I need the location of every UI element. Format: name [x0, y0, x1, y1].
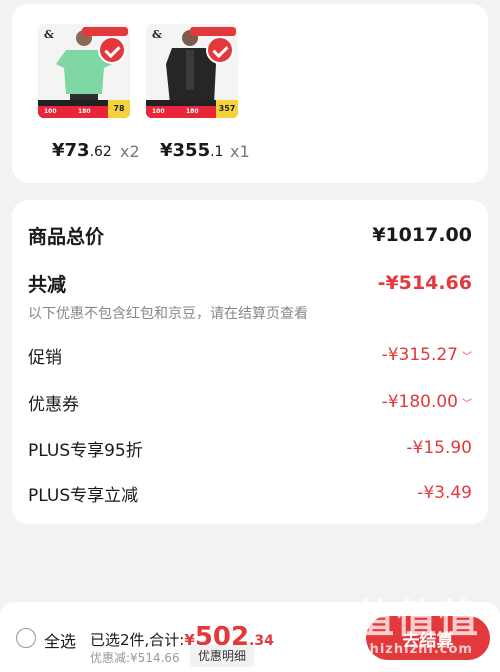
price-strip: 100 180 78 [38, 100, 130, 118]
product-quantity: x1 [230, 142, 250, 161]
discount-value: -¥3.49 [417, 483, 472, 503]
select-all-radio[interactable] [16, 628, 36, 648]
price-strip: 100 180 357 [146, 100, 238, 118]
discount-detail-button[interactable]: 优惠明细 [190, 645, 255, 667]
product-thumbnail[interactable]: & 100 180 357 [146, 24, 238, 118]
total-discount-label: 共减 [28, 273, 67, 296]
product-price: ¥355.1 [160, 140, 224, 161]
total-price-label: 商品总价 [28, 225, 105, 248]
discount-label: 促销 [28, 347, 62, 368]
discount-row-promotion[interactable]: 促销 -¥315.27 ﹀ [28, 340, 472, 370]
price-badge: 357 [216, 100, 238, 118]
product-item[interactable]: & 100 180 357 ¥355.1 x1 [146, 24, 250, 161]
strip-value: 100 [44, 108, 57, 115]
price-badge: 78 [108, 100, 130, 118]
product-quantity: x2 [120, 142, 140, 161]
promo-tag [82, 27, 128, 36]
selected-check-icon[interactable] [206, 36, 234, 64]
product-price: ¥73.62 [52, 140, 112, 161]
chevron-down-icon[interactable]: ﹀ [462, 395, 472, 410]
price-summary-card: 商品总价 ¥1017.00 共减 -¥514.66 以下优惠不包含红包和京豆，请… [12, 200, 488, 524]
promo-tag [190, 27, 236, 36]
discount-value: -¥180.00 [381, 392, 458, 412]
total-discount-value: -¥514.66 [377, 272, 472, 294]
discount-label: PLUS专享95折 [28, 440, 143, 461]
total-discount-row: 共减 -¥514.66 [28, 268, 472, 298]
discount-label: PLUS专享立减 [28, 485, 139, 506]
discount-row-plus95: PLUS专享95折 -¥15.90 [28, 433, 472, 463]
strip-value: 180 [186, 108, 199, 115]
discount-value: -¥315.27 [381, 345, 458, 365]
discount-row-coupon[interactable]: 优惠券 -¥180.00 ﹀ [28, 387, 472, 417]
chevron-down-icon[interactable]: ﹀ [462, 348, 472, 363]
discount-value: -¥15.90 [406, 438, 472, 458]
discount-label: 优惠券 [28, 394, 79, 415]
product-item[interactable]: & 100 180 78 ¥73.62 x2 [38, 24, 140, 161]
strip-value: 100 [152, 108, 165, 115]
selected-count-text: 已选2件,合计: [90, 631, 185, 649]
cart-page: & 100 180 78 ¥73.62 x2 & 100 180 357 ¥35… [0, 0, 500, 672]
product-card: & 100 180 78 ¥73.62 x2 & 100 180 357 ¥35… [12, 4, 488, 183]
discount-note: 以下优惠不包含红包和京豆，请在结算页查看 [28, 306, 308, 322]
strip-value: 180 [78, 108, 91, 115]
total-price-value: ¥1017.00 [372, 224, 472, 246]
selected-check-icon[interactable] [98, 36, 126, 64]
saved-amount: 优惠减:¥514.66 [90, 651, 180, 665]
brand-mark: & [44, 28, 54, 41]
product-thumbnail[interactable]: & 100 180 78 [38, 24, 130, 118]
discount-row-plus-reduce: PLUS专享立减 -¥3.49 [28, 478, 472, 508]
total-price-row: 商品总价 ¥1017.00 [28, 220, 472, 250]
watermark: 值值值 zhizhizhi.com [354, 596, 480, 657]
brand-mark: & [152, 28, 162, 41]
select-all-label[interactable]: 全选 [44, 628, 76, 652]
